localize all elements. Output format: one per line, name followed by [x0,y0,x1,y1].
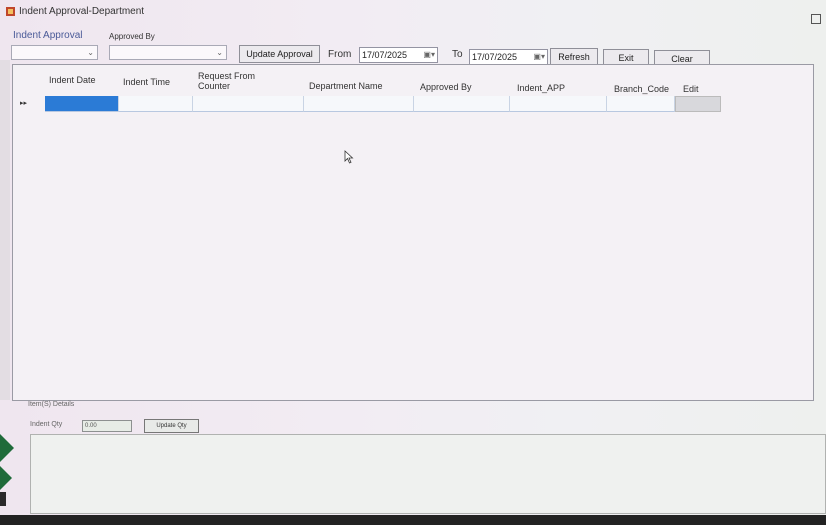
from-date-value: 17/07/2025 [362,50,408,60]
indent-qty-field[interactable]: 0.00 [82,420,132,432]
column-header-indent-app[interactable]: Indent_APP [517,83,565,93]
indent-approval-select[interactable]: ⌄ [11,45,98,60]
main-window: Indent Approval-Department Indent Approv… [0,0,826,525]
indent-qty-label: Indent Qty [30,421,63,428]
from-date-picker[interactable]: 17/07/2025 ▣▾ [359,47,438,63]
column-header-branch-code[interactable]: Branch_Code [614,84,669,94]
cell-indent-time[interactable] [119,96,193,112]
column-header-request-from-counter[interactable]: Request From Counter [198,71,268,91]
indent-grid[interactable]: Indent Date Indent Time Request From Cou… [12,64,814,401]
from-label: From [328,49,352,60]
chevron-down-icon[interactable]: ⌄ [87,48,94,57]
cell-request-from-counter[interactable] [193,96,304,112]
to-date-value: 17/07/2025 [472,52,518,62]
approved-by-select[interactable]: ⌄ [109,45,227,60]
cell-indent-date[interactable] [45,96,119,112]
to-date-picker[interactable]: 17/07/2025 ▣▾ [469,49,548,65]
column-header-department-name[interactable]: Department Name [309,81,383,91]
current-row-indicator: ▸▸ [20,100,28,107]
mouse-pointer-icon [344,150,354,164]
chevron-down-icon[interactable]: ⌄ [216,48,223,57]
cell-department-name[interactable] [304,96,414,112]
logo-icon [0,434,14,506]
calendar-icon[interactable]: ▣▾ [533,52,545,61]
left-edge-strip [0,60,10,400]
indent-approval-label: Indent Approval [13,30,83,41]
window-title: Indent Approval-Department [19,6,145,17]
title-bar: Indent Approval-Department [0,0,826,24]
cell-indent-app[interactable] [510,96,607,112]
maximize-icon[interactable] [811,14,821,24]
column-header-indent-time[interactable]: Indent Time [123,77,170,87]
update-qty-button[interactable]: Update Qty [144,419,199,433]
item-details-section: Item(S) Details Indent Qty 0.00 Update Q… [26,399,826,519]
item-details-label: Item(S) Details [28,401,75,408]
column-header-edit[interactable]: Edit [683,84,699,94]
item-details-panel[interactable] [30,434,826,514]
column-header-approved-by[interactable]: Approved By [420,82,472,92]
update-approval-button[interactable]: Update Approval [239,45,320,63]
edit-button[interactable] [675,96,721,112]
to-label: To [452,49,463,60]
calendar-icon[interactable]: ▣▾ [423,50,435,59]
taskbar [0,515,826,525]
table-row[interactable]: ▸▸ [13,96,813,112]
grid-header: Indent Date Indent Time Request From Cou… [13,65,813,95]
app-icon [6,7,15,16]
cell-branch-code[interactable] [607,96,675,112]
column-header-indent-date[interactable]: Indent Date [49,75,96,85]
row-header[interactable]: ▸▸ [15,96,44,112]
approved-by-label: Approved By [109,32,155,41]
cell-approved-by[interactable] [414,96,510,112]
